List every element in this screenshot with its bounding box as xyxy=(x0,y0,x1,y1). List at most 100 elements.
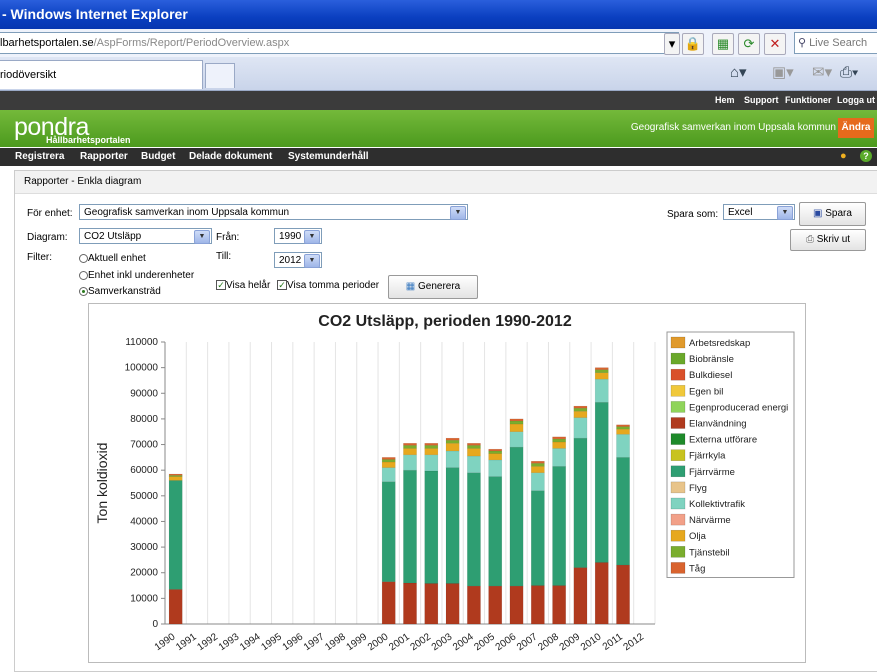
show-whole-year-checkbox[interactable]: ✓Visa helår xyxy=(216,280,270,291)
home-icon[interactable]: ⌂▾ xyxy=(730,63,747,83)
bar-segment xyxy=(381,457,396,460)
print-icon[interactable]: ⎙▾ xyxy=(840,63,858,83)
bar-segment xyxy=(488,476,503,587)
co2-chart: CO2 Utsläpp, perioden 1990-2012 Ton koldi… xyxy=(94,313,795,653)
legend-swatch xyxy=(670,465,686,478)
x-tick-label: 2007 xyxy=(515,631,540,653)
to-year-select[interactable]: 2012 ▼ xyxy=(274,252,322,268)
radio-icon xyxy=(79,253,88,263)
filter-current-unit[interactable]: Aktuell enhet xyxy=(79,253,146,264)
organization-name: Geografisk samverkan inom Uppsala kommun xyxy=(630,122,836,133)
bar-segment xyxy=(381,461,396,468)
bar-segment xyxy=(509,418,524,422)
bar-segment xyxy=(445,583,460,625)
bar-segment xyxy=(552,585,566,625)
bar-segment xyxy=(467,443,481,446)
tab-period-overview[interactable]: riodöversikt xyxy=(0,60,203,89)
legend-label: Fjärrvärme xyxy=(689,467,735,478)
bar-segment xyxy=(424,470,439,584)
bar-segment xyxy=(488,450,503,454)
link-logout[interactable]: Logga ut xyxy=(837,91,875,110)
address-field[interactable]: lbarhetsportalen.se/AspForms/Report/Peri… xyxy=(0,32,679,54)
bar-segment xyxy=(616,424,630,427)
address-host: lbarhetsportalen.se xyxy=(0,37,94,49)
link-functions[interactable]: Funktioner xyxy=(785,91,832,110)
y-tick-label: 20000 xyxy=(130,568,158,579)
save-format-value: Excel xyxy=(728,207,753,218)
compatibility-icon[interactable]: ▦ xyxy=(712,33,734,55)
bar-segment xyxy=(424,443,439,446)
link-support[interactable]: Support xyxy=(744,91,779,110)
legend-swatch xyxy=(670,433,686,445)
feeds-icon[interactable]: ▣▾ xyxy=(772,63,794,83)
bar-segment xyxy=(424,445,439,449)
menu-budget[interactable]: Budget xyxy=(141,148,175,166)
bar-segment xyxy=(403,454,417,471)
link-home[interactable]: Hem xyxy=(715,91,735,110)
diagram-select[interactable]: CO2 Utsläpp ▼ xyxy=(79,228,212,244)
help-icon[interactable]: ? xyxy=(860,150,872,162)
legend-swatch xyxy=(670,385,686,397)
breadcrumb-text: Rapporter - Enkla diagram xyxy=(24,176,142,187)
new-tab-button[interactable] xyxy=(205,63,235,88)
bar-segment xyxy=(616,434,630,458)
radio-selected-icon xyxy=(79,286,88,296)
legend-swatch xyxy=(670,562,686,574)
chevron-down-icon: ▼ xyxy=(777,206,793,220)
menu-delade-dokument[interactable]: Delade dokument xyxy=(189,148,272,166)
menu-systemunderhall[interactable]: Systemunderhåll xyxy=(288,148,369,166)
legend-label: Egenproducerad energi xyxy=(689,402,788,413)
bar-segment xyxy=(488,585,503,625)
menu-rapporter[interactable]: Rapporter xyxy=(80,148,128,166)
unit-select[interactable]: Geografisk samverkan inom Uppsala kommun… xyxy=(79,204,468,220)
legend-label: Arbetsredskap xyxy=(689,338,750,349)
stop-icon[interactable]: ✕ xyxy=(764,33,786,55)
bar-segment xyxy=(467,448,481,457)
radio-icon xyxy=(79,270,88,280)
legend-box xyxy=(666,331,795,578)
search-input[interactable]: ⚲ Live Search xyxy=(794,32,877,54)
chevron-down-icon: ▼ xyxy=(304,254,320,268)
diagram-label: Diagram: xyxy=(27,232,68,243)
filter-unit-with-subunits-label: Enhet inkl underenheter xyxy=(88,270,195,281)
bar-segment xyxy=(467,585,481,625)
save-button[interactable]: ▣ Spara xyxy=(799,202,866,226)
x-tick-label: 1993 xyxy=(217,631,242,653)
checkbox-checked-icon: ✓ xyxy=(277,280,287,291)
mail-icon[interactable]: ✉▾ xyxy=(812,63,832,83)
refresh-icon[interactable]: ⟳ xyxy=(738,33,760,55)
bar-segment xyxy=(616,428,630,435)
bar-segment xyxy=(552,466,566,586)
chart-container: CO2 Utsläpp, perioden 1990-2012 Ton koldi… xyxy=(88,303,806,663)
show-whole-year-label: Visa helår xyxy=(226,280,271,291)
generate-button[interactable]: ▦ Generera xyxy=(388,275,478,299)
lock-icon[interactable]: 🔒 xyxy=(682,33,704,55)
y-tick-label: 110000 xyxy=(125,337,158,348)
main-menu: Registrera Rapporter Budget Delade dokum… xyxy=(0,148,877,166)
legend-swatch xyxy=(670,546,686,558)
legend-swatch xyxy=(670,368,686,381)
user-icon[interactable]: ● xyxy=(840,150,847,162)
print-button[interactable]: ⎙ Skriv ut xyxy=(790,229,866,251)
change-organization-button[interactable]: Ändra xyxy=(838,118,874,138)
legend-label: Fjärrkyla xyxy=(689,451,726,462)
x-tick-label: 2011 xyxy=(601,631,625,653)
legend-swatch xyxy=(670,513,686,526)
save-format-select[interactable]: Excel ▼ xyxy=(723,204,795,220)
bar-segment xyxy=(168,473,183,476)
bar-segment xyxy=(424,448,439,456)
floppy-icon: ▣ xyxy=(813,208,823,219)
menu-registrera[interactable]: Registrera xyxy=(15,148,64,166)
legend-label: Elanvändning xyxy=(689,419,747,430)
from-year-select[interactable]: 1990 ▼ xyxy=(274,228,322,244)
filter-cooperation-tree[interactable]: Samverkansträd xyxy=(79,286,161,297)
show-empty-periods-checkbox[interactable]: ✓Visa tomma perioder xyxy=(277,280,379,291)
address-dropdown-icon[interactable]: ▾ xyxy=(664,33,680,55)
bar-segment xyxy=(381,459,396,463)
bar-segment xyxy=(509,420,524,425)
chart-title: CO2 Utsläpp, perioden 1990-2012 xyxy=(318,313,572,330)
bar-segment xyxy=(488,459,503,477)
filter-unit-with-subunits[interactable]: Enhet inkl underenheter xyxy=(79,270,194,281)
bar-segment xyxy=(445,437,460,441)
logo-subtitle: Hållbarhetsportalen xyxy=(46,135,131,145)
